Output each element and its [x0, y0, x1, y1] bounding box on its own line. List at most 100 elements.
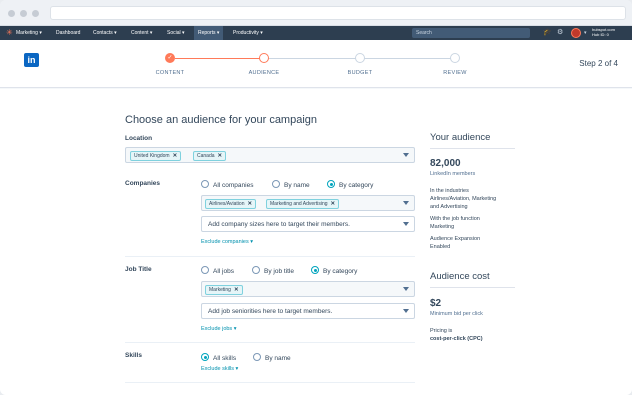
graduation-cap-icon[interactable]: 🎓: [543, 29, 552, 37]
account-info[interactable]: hubspot.com Hub ID: 0: [592, 27, 615, 37]
company-category-tag: Airlines/Aviation ✕: [205, 199, 257, 209]
step-review-marker[interactable]: [450, 53, 460, 63]
chevron-down-icon[interactable]: ▾: [584, 29, 587, 37]
company-category-tag: Marketing and Advertising ✕: [266, 199, 340, 209]
nav-contacts[interactable]: Contacts ▾: [93, 30, 117, 36]
job-title-label: Job Title: [125, 266, 152, 273]
radio-skills-by-name[interactable]: By name: [253, 353, 291, 362]
section-divider: [125, 382, 415, 383]
step-connector: [364, 58, 451, 59]
exclude-jobs-link[interactable]: Exclude jobs ▾: [201, 326, 236, 332]
step-label-content[interactable]: CONTENT: [140, 70, 200, 76]
company-sizes-placeholder: Add company sizes here to target their m…: [208, 221, 350, 228]
account-hub-id: Hub ID: 0: [592, 32, 609, 37]
avatar[interactable]: [571, 28, 581, 38]
tag-text: Airlines/Aviation: [209, 201, 245, 207]
window-maximize-dot[interactable]: [32, 10, 39, 17]
nav-dashboard[interactable]: Dashboard: [56, 30, 80, 36]
step-label-review[interactable]: REVIEW: [425, 70, 485, 76]
location-select[interactable]: United Kingdom ✕ Canada ✕: [125, 147, 415, 163]
radio-all-skills[interactable]: All skills: [201, 353, 236, 362]
caret-down-icon[interactable]: [403, 287, 409, 291]
page-title: Choose an audience for your campaign: [125, 114, 318, 126]
audience-count: 82,000: [430, 158, 461, 169]
top-nav: ✳ Marketing ▾ Dashboard Contacts ▾ Conte…: [0, 26, 632, 40]
job-function-value: Marketing: [430, 224, 455, 230]
location-tag: United Kingdom ✕: [130, 151, 182, 161]
main-panel: [0, 89, 632, 395]
step-label-audience[interactable]: AUDIENCE: [234, 70, 294, 76]
nav-social[interactable]: Social ▾: [167, 30, 185, 36]
location-tag: Canada ✕: [193, 151, 227, 161]
industries-value: Airlines/Aviation, Marketing: [430, 196, 497, 202]
expansion-value: Enabled: [430, 244, 451, 250]
remove-tag-icon[interactable]: ✕: [247, 201, 252, 207]
exclude-companies-link[interactable]: Exclude companies ▾: [201, 239, 253, 245]
job-seniority-placeholder: Add job seniorities here to target membe…: [208, 308, 333, 315]
tag-text: Marketing: [209, 287, 231, 293]
your-audience-heading: Your audience: [430, 132, 491, 143]
caret-down-icon[interactable]: [403, 153, 409, 157]
step-connector-done: [175, 58, 260, 59]
industries-line: In the industries: [430, 188, 469, 194]
companies-label: Companies: [125, 180, 161, 187]
radio-all-jobs[interactable]: All jobs: [201, 266, 234, 275]
job-category-tag: Marketing ✕: [205, 285, 243, 295]
window-minimize-dot[interactable]: [20, 10, 27, 17]
sidebar-divider: [430, 148, 515, 149]
tag-text: United Kingdom: [134, 153, 170, 159]
radio-by-job-title[interactable]: By job title: [252, 266, 294, 275]
step-budget-marker[interactable]: [355, 53, 365, 63]
caret-down-icon[interactable]: [403, 309, 409, 313]
address-bar[interactable]: [50, 6, 626, 20]
job-category-select[interactable]: Marketing ✕: [201, 281, 415, 297]
window-close-dot[interactable]: [8, 10, 15, 17]
step-connector: [268, 58, 356, 59]
remove-tag-icon[interactable]: ✕: [173, 153, 178, 159]
sidebar-divider: [430, 287, 515, 288]
radio-all-companies[interactable]: All companies: [201, 180, 253, 189]
nav-productivity[interactable]: Productivity ▾: [233, 30, 263, 36]
app-window: ✳ Marketing ▾ Dashboard Contacts ▾ Conte…: [0, 0, 632, 395]
section-divider: [125, 256, 415, 257]
gear-icon[interactable]: ⚙: [557, 29, 563, 37]
nav-reports[interactable]: Reports ▾: [194, 26, 224, 40]
cost-sub: Minimum bid per click: [430, 311, 483, 317]
job-seniority-select[interactable]: Add job seniorities here to target membe…: [201, 303, 415, 319]
pricing-value: cost-per-click (CPC): [430, 336, 483, 342]
caret-down-icon[interactable]: [403, 222, 409, 226]
cost-value: $2: [430, 298, 442, 309]
skills-label: Skills: [125, 352, 142, 359]
location-label: Location: [125, 135, 153, 142]
exclude-skills-link[interactable]: Exclude skills ▾: [201, 366, 238, 372]
step-content-check-icon[interactable]: ✓: [165, 53, 175, 63]
hubspot-logo-icon[interactable]: ✳: [6, 29, 14, 37]
company-sizes-select[interactable]: Add company sizes here to target their m…: [201, 216, 415, 232]
step-audience-marker[interactable]: [259, 53, 269, 63]
section-divider: [125, 342, 415, 343]
industries-value-cont: and Advertising: [430, 204, 468, 210]
radio-jobs-by-category[interactable]: By category: [311, 266, 357, 275]
radio-companies-by-category[interactable]: By category: [327, 180, 373, 189]
tag-text: Canada: [197, 153, 215, 159]
linkedin-logo-icon: in: [24, 53, 39, 67]
radio-companies-by-name[interactable]: By name: [272, 180, 310, 189]
nav-content[interactable]: Content ▾: [131, 30, 152, 36]
pricing-line: Pricing is: [430, 328, 453, 334]
step-label-budget[interactable]: BUDGET: [330, 70, 390, 76]
remove-tag-icon[interactable]: ✕: [234, 287, 239, 293]
expansion-line: Audience Expansion: [430, 236, 481, 242]
audience-cost-heading: Audience cost: [430, 271, 490, 282]
remove-tag-icon[interactable]: ✕: [331, 201, 336, 207]
browser-chrome: [0, 0, 632, 26]
job-function-line: With the job function: [430, 216, 480, 222]
company-category-select[interactable]: Airlines/Aviation ✕ Marketing and Adverti…: [201, 195, 415, 211]
step-counter: Step 2 of 4: [579, 59, 618, 68]
caret-down-icon[interactable]: [403, 201, 409, 205]
tag-text: Marketing and Advertising: [270, 201, 328, 207]
remove-tag-icon[interactable]: ✕: [218, 153, 223, 159]
audience-count-sub: LinkedIn members: [430, 171, 476, 177]
nav-search-input[interactable]: Search: [412, 28, 530, 38]
stepper-bar: in Step 2 of 4: [0, 40, 632, 88]
nav-marketing[interactable]: Marketing ▾: [16, 30, 42, 36]
